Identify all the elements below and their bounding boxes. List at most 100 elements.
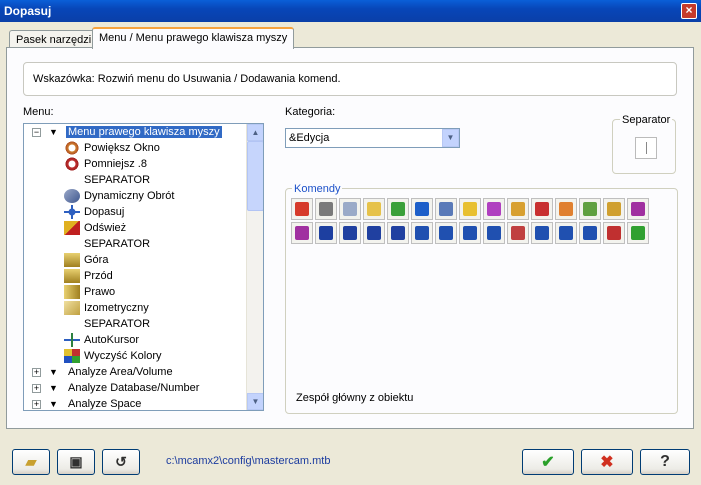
scissors-button[interactable] — [315, 198, 337, 220]
redo-button[interactable] — [291, 222, 313, 244]
scroll-down-icon[interactable]: ▼ — [247, 393, 263, 410]
tree-item[interactable]: Powiększ Okno — [64, 140, 160, 156]
grid-lines-button[interactable] — [483, 222, 505, 244]
tree-item[interactable]: SEPARATOR — [84, 172, 150, 188]
zoom-window-icon — [64, 141, 80, 156]
save-button[interactable]: ▣ — [57, 449, 95, 475]
separator-button[interactable] — [635, 137, 657, 159]
check-pen-button[interactable] — [387, 198, 409, 220]
pencils-red-button[interactable] — [531, 198, 553, 220]
grid-lines-icon — [487, 226, 501, 240]
hatch-button[interactable] — [507, 222, 529, 244]
tree-item[interactable]: Analyze Database/Number — [68, 380, 199, 396]
tree-item[interactable]: Dynamiczny Obrót — [64, 188, 174, 204]
pattern-icon — [583, 226, 597, 240]
cancel-icon: ✖ — [600, 454, 614, 471]
arrow-button[interactable] — [435, 198, 457, 220]
category-value: &Edycja — [289, 132, 330, 144]
help-button[interactable]: ? — [640, 449, 690, 475]
pencil-mix-icon — [607, 202, 621, 216]
break-many-button[interactable] — [387, 222, 409, 244]
title-bar: Dopasuj × — [0, 0, 701, 22]
tree-item[interactable]: Odśwież — [64, 220, 126, 236]
tree-scrollbar[interactable]: ▲ ▼ — [246, 124, 263, 410]
tree-item[interactable]: Przód — [64, 268, 113, 284]
pencils-red-icon — [535, 202, 549, 216]
pencil-purple-icon — [487, 202, 501, 216]
pencil-green-button[interactable] — [579, 198, 601, 220]
copy-button[interactable] — [339, 198, 361, 220]
hint-text: Wskazówka: Rozwiń menu do Usuwania / Dod… — [33, 73, 341, 85]
close-icon[interactable]: × — [681, 3, 697, 19]
rotate-icon — [463, 226, 477, 240]
pencil-purple-button[interactable] — [483, 198, 505, 220]
nodes-button[interactable] — [555, 222, 577, 244]
category-select[interactable]: &Edycja ▼ — [285, 128, 460, 148]
fit-icon — [64, 205, 80, 220]
tree-item[interactable]: Izometryczny — [64, 300, 149, 316]
tab-menu[interactable]: Menu / Menu prawego klawisza myszy — [92, 27, 295, 49]
chevron-down-icon: ▼ — [49, 399, 58, 409]
pattern-button[interactable] — [579, 222, 601, 244]
menu-label: Menu: — [23, 106, 54, 118]
tree-item[interactable]: Analyze Space — [68, 396, 141, 410]
config-path: c:\mcamx2\config\mastercam.mtb — [166, 455, 331, 467]
expand-icon[interactable]: + — [32, 368, 41, 377]
expand-icon[interactable]: + — [32, 384, 41, 393]
pencil-blue-icon — [559, 202, 573, 216]
command-description: Zespół główny z obiektu — [296, 392, 414, 404]
trim-button[interactable] — [339, 222, 361, 244]
arrow-icon — [439, 202, 453, 216]
pencil-button[interactable] — [459, 198, 481, 220]
chevron-down-icon[interactable]: ▼ — [442, 129, 459, 147]
clear-colors-icon — [64, 349, 80, 364]
separator-label: Separator — [620, 114, 673, 126]
join-button[interactable] — [411, 222, 433, 244]
plus-circle-button[interactable] — [411, 198, 433, 220]
nodes-icon — [559, 226, 573, 240]
rotate-button[interactable] — [459, 222, 481, 244]
tree-item[interactable]: Prawo — [64, 284, 115, 300]
scroll-up-icon[interactable]: ▲ — [247, 124, 263, 141]
open-button[interactable]: ▰ — [12, 449, 50, 475]
chevron-down-icon: ▼ — [49, 127, 58, 137]
tree-item[interactable]: Dopasuj — [64, 204, 124, 220]
box-green-button[interactable] — [627, 222, 649, 244]
tree-item[interactable]: AutoKursor — [64, 332, 139, 348]
box-red-button[interactable] — [603, 222, 625, 244]
expand-icon[interactable]: + — [32, 400, 41, 409]
commands-label: Komendy — [292, 183, 343, 195]
scroll-thumb[interactable] — [247, 141, 263, 211]
reset-button[interactable]: ↺ — [102, 449, 140, 475]
paste-button[interactable] — [363, 198, 385, 220]
refresh-icon — [64, 221, 80, 236]
break-button[interactable] — [363, 222, 385, 244]
help-icon: ? — [660, 453, 670, 470]
collapse-icon[interactable]: − — [32, 128, 41, 137]
pencils-button[interactable] — [507, 198, 529, 220]
grid-button[interactable] — [291, 198, 313, 220]
menu-tree[interactable]: − ▼ Menu prawego klawisza myszy Powiększ… — [23, 123, 264, 411]
tree-item[interactable]: Wyczyść Kolory — [64, 348, 162, 364]
unzoom-icon — [64, 157, 80, 172]
top-view-icon — [64, 253, 80, 268]
plus-circle-icon — [415, 202, 429, 216]
circle-gear-icon — [535, 226, 549, 240]
break-icon — [367, 226, 381, 240]
tree-item[interactable]: Góra — [64, 252, 108, 268]
tree-item[interactable]: Analyze Area/Volume — [68, 364, 173, 380]
pencil-blue-button[interactable] — [555, 198, 577, 220]
ok-button[interactable]: ✔ — [522, 449, 574, 475]
tree-item[interactable]: SEPARATOR — [84, 316, 150, 332]
tree-item[interactable]: Pomniejsz .8 — [64, 156, 147, 172]
circle-gear-button[interactable] — [531, 222, 553, 244]
modify-node-button[interactable] — [435, 222, 457, 244]
cancel-button[interactable]: ✖ — [581, 449, 633, 475]
tree-item[interactable]: Menu prawego klawisza myszy — [66, 124, 222, 140]
pencil-mix-button[interactable] — [603, 198, 625, 220]
tree-item[interactable]: SEPARATOR — [84, 236, 150, 252]
window-title: Dopasuj — [4, 4, 52, 18]
box-green-icon — [631, 226, 645, 240]
undo-button[interactable] — [627, 198, 649, 220]
chain-button[interactable] — [315, 222, 337, 244]
